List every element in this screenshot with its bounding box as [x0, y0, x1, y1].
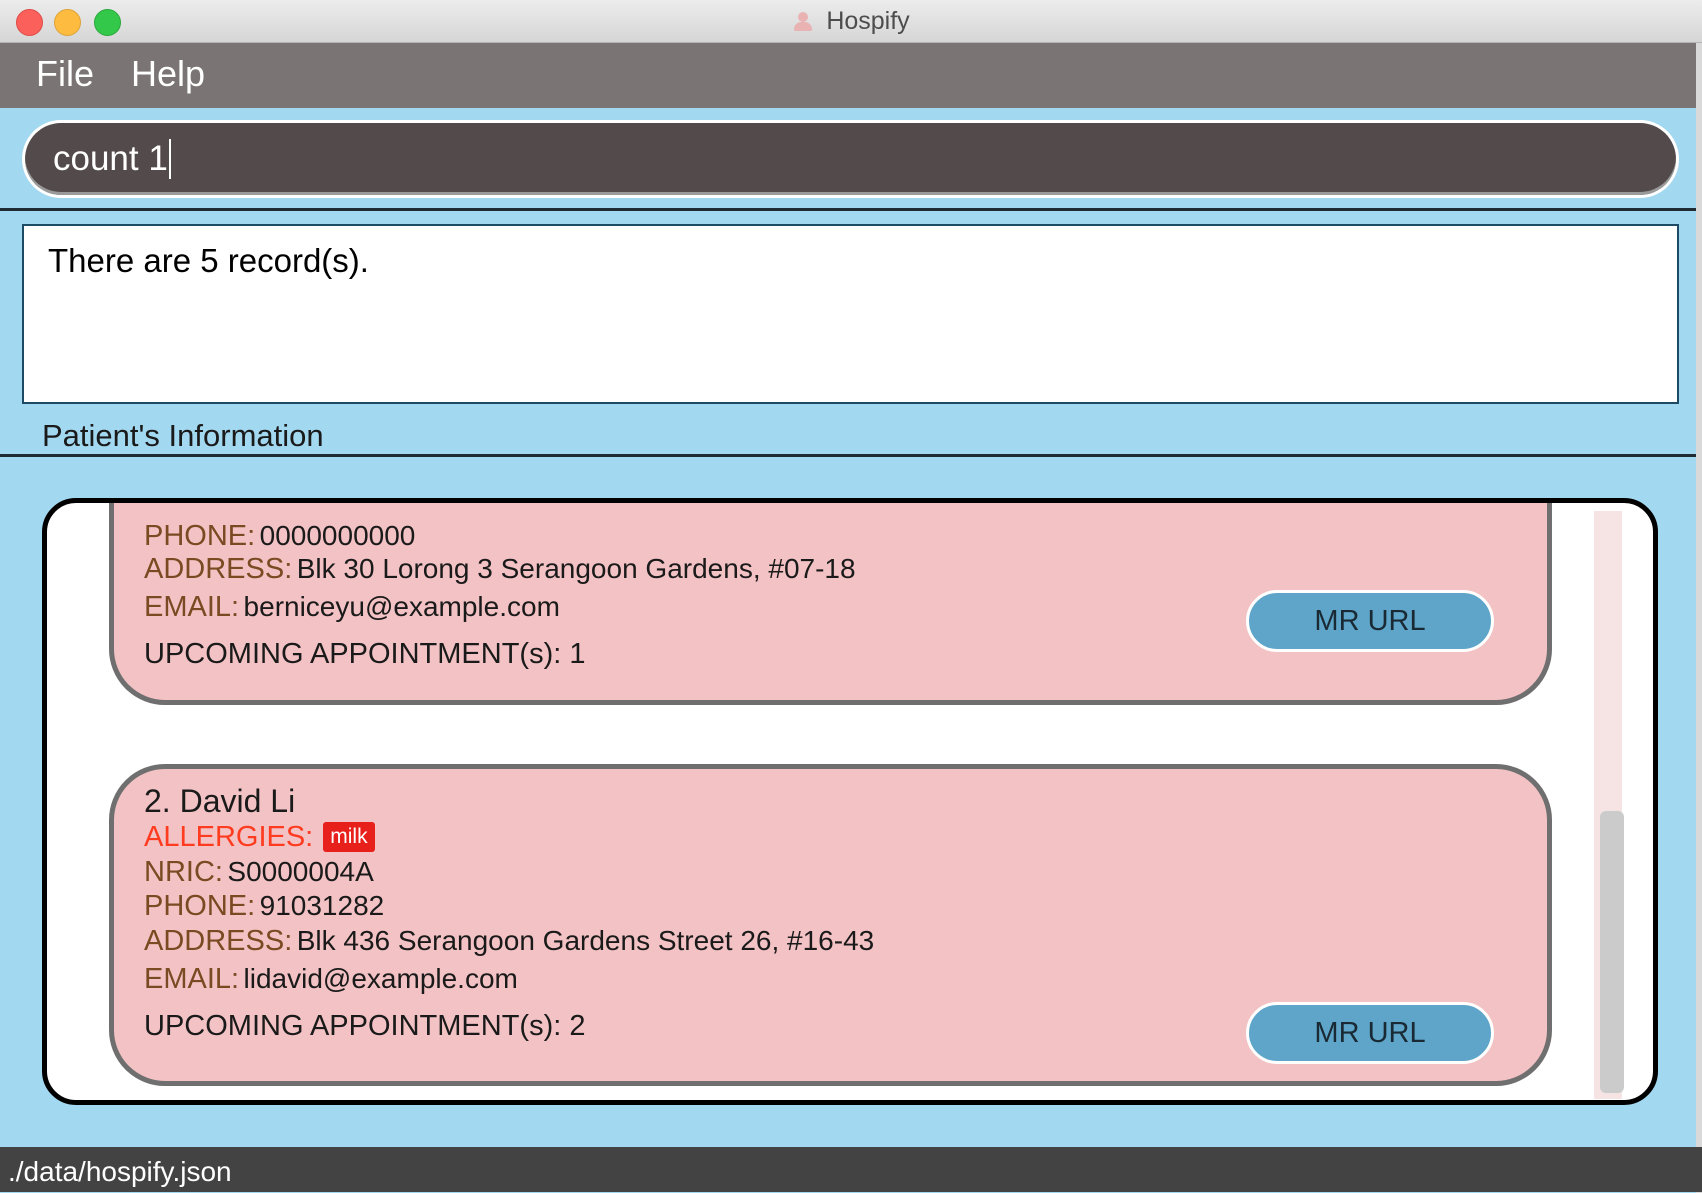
- menu-bar: File Help: [0, 43, 1702, 108]
- patient-person-icon: [792, 10, 814, 32]
- menu-help[interactable]: Help: [131, 53, 205, 95]
- patient-name: 2. David Li: [144, 783, 296, 819]
- mr-url-button[interactable]: MR URL: [1246, 590, 1494, 652]
- divider: [0, 208, 1696, 211]
- data-file-path: ./data/hospify.json: [8, 1156, 232, 1187]
- address-row: ADDRESS: Blk 30 Lorong 3 Serangoon Garde…: [144, 553, 856, 586]
- address-value: Blk 436 Serangoon Gardens Street 26, #16…: [296, 925, 875, 956]
- command-input[interactable]: count 1: [25, 123, 1676, 195]
- phone-row: PHONE: 91031282: [144, 890, 384, 923]
- allergies-row: ALLERGIES: milk: [144, 821, 375, 854]
- result-display: There are 5 record(s).: [22, 224, 1679, 404]
- menu-file[interactable]: File: [36, 53, 94, 95]
- appointments-count: UPCOMING APPOINTMENT(s): 1: [144, 638, 586, 670]
- command-text: count 1: [53, 139, 168, 178]
- appointments-count: UPCOMING APPOINTMENT(s): 2: [144, 1010, 586, 1042]
- patient-list[interactable]: PHONE: 0000000000 ADDRESS: Blk 30 Lorong…: [42, 498, 1658, 1105]
- patient-card[interactable]: PHONE: 0000000000 ADDRESS: Blk 30 Lorong…: [109, 503, 1552, 705]
- phone-value: 91031282: [259, 890, 385, 921]
- email-row: EMAIL: lidavid@example.com: [144, 963, 518, 996]
- address-label: ADDRESS:: [144, 925, 293, 957]
- address-row: ADDRESS: Blk 436 Serangoon Gardens Stree…: [144, 925, 874, 958]
- text-caret: [168, 139, 171, 179]
- allergy-tag: milk: [323, 822, 375, 852]
- window-edge: [1696, 43, 1702, 1193]
- status-bar: ./data/hospify.json: [0, 1147, 1702, 1192]
- phone-label: PHONE:: [144, 520, 256, 552]
- nric-row: NRIC: S0000004A: [144, 856, 374, 889]
- email-label: EMAIL:: [144, 591, 240, 623]
- allergies-label: ALLERGIES:: [144, 821, 314, 853]
- window-title: Hospify: [826, 6, 910, 35]
- email-value: berniceyu@example.com: [243, 591, 560, 622]
- address-label: ADDRESS:: [144, 553, 293, 585]
- command-box[interactable]: count 1: [22, 120, 1679, 198]
- mr-url-button[interactable]: MR URL: [1246, 1002, 1494, 1064]
- result-message: There are 5 record(s).: [48, 242, 369, 279]
- phone-label: PHONE:: [144, 890, 256, 922]
- title-bar: Hospify: [0, 0, 1702, 43]
- patient-card[interactable]: 2. David Li ALLERGIES: milk NRIC: S000000…: [109, 764, 1552, 1086]
- nric-label: NRIC:: [144, 856, 223, 888]
- divider: [0, 454, 1696, 457]
- scrollbar-thumb[interactable]: [1600, 811, 1624, 1093]
- email-row: EMAIL: berniceyu@example.com: [144, 591, 560, 624]
- phone-row: PHONE: 0000000000: [144, 520, 415, 553]
- nric-value: S0000004A: [227, 856, 374, 887]
- address-value: Blk 30 Lorong 3 Serangoon Gardens, #07-1…: [296, 553, 856, 584]
- phone-value: 0000000000: [259, 520, 416, 551]
- email-value: lidavid@example.com: [243, 963, 518, 994]
- section-title: Patient's Information: [42, 418, 324, 453]
- email-label: EMAIL:: [144, 963, 240, 995]
